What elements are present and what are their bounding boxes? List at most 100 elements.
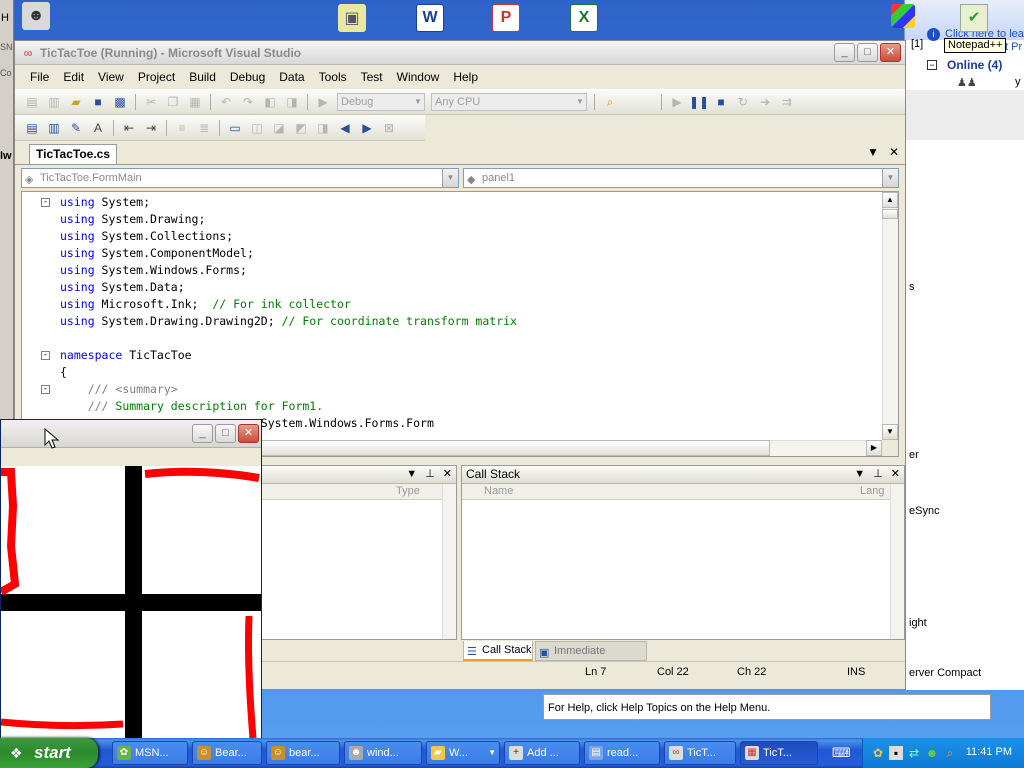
uncomment-lines-icon[interactable]: ≣ [195,119,213,137]
taskbar-item-group-word[interactable]: ▰ W... ▼ [426,741,500,765]
display-word-completion-icon[interactable]: A [89,119,107,137]
scroll-up-icon[interactable]: ▲ [882,192,898,208]
search-tray-icon[interactable]: ⌕ [943,746,957,760]
minimize-button[interactable]: _ [834,43,855,62]
start-button[interactable]: ❖ start [0,738,98,768]
new-project-icon[interactable]: ▤ [23,93,41,111]
close-document-icon[interactable]: ✕ [889,145,899,159]
taskbar-item-read[interactable]: ▤ read... [584,741,660,765]
minimize-button[interactable]: _ [192,424,213,443]
menu-window[interactable]: Window [390,66,447,88]
keyboard-icon[interactable]: ⌨ [832,745,851,761]
menu-debug[interactable]: Debug [223,66,272,88]
scroll-thumb[interactable] [882,209,898,219]
call-stack-vscroll[interactable] [890,484,904,639]
locals-vscroll[interactable] [442,484,456,639]
stop-debugging-icon[interactable]: ■ [712,93,730,111]
taskbar-item-add[interactable]: + Add ... [504,741,580,765]
fold-toggle-icon[interactable]: - [41,198,50,207]
navigate-forward-icon[interactable]: ◨ [283,93,301,111]
column-name[interactable]: Name [484,484,513,499]
display-quick-info-icon[interactable]: ✎ [67,119,85,137]
cut-icon[interactable]: ✂ [142,93,160,111]
types-dropdown[interactable]: ◈ TicTacToe.FormMain ▼ [21,168,459,188]
undo-icon[interactable]: ↶ [217,93,235,111]
column-type[interactable]: Type [396,484,420,499]
menu-data[interactable]: Data [272,66,311,88]
menu-help[interactable]: Help [446,66,485,88]
tab-dropdown-icon[interactable]: ▼ [867,145,879,159]
next-bookmark-icon[interactable]: ◪ [270,119,288,137]
start-debug-icon[interactable]: ▶ [314,93,332,111]
previous-bookmark-document-icon[interactable]: ◀ [336,119,354,137]
tictactoe-title-bar[interactable]: _ □ ✕ [1,420,261,448]
taskbar-item-bear-2[interactable]: ☺ bear... [266,741,340,765]
taskbar-item-tictactoe-vs[interactable]: ∞ TicT... [664,741,736,765]
increase-indent-icon[interactable]: ⇥ [142,119,160,137]
raccoon-icon[interactable]: ☻ [22,2,50,30]
messenger-tray-icon[interactable]: ✿ [871,746,885,760]
navigate-back-icon[interactable]: ◧ [261,93,279,111]
vertical-scrollbar[interactable]: ▲ ▼ [882,192,898,440]
display-parameter-info-icon[interactable]: ▥ [45,119,63,137]
maximize-button[interactable]: □ [215,424,236,443]
menu-tools[interactable]: Tools [312,66,354,88]
close-button[interactable]: ✕ [880,43,901,62]
certificate-icon[interactable]: ▣ [338,4,366,32]
taskbar-item-msn[interactable]: ✿ MSN... [112,741,188,765]
step-over-icon[interactable]: ⇉ [778,93,796,111]
save-all-icon[interactable]: ▩ [111,93,129,111]
save-icon[interactable]: ■ [89,93,107,111]
previous-bookmark-icon[interactable]: ◫ [248,119,266,137]
word-icon[interactable]: W [416,4,444,32]
maximize-button[interactable]: □ [857,43,878,62]
close-panel-icon[interactable]: ✕ [891,466,900,483]
next-bookmark-document-icon[interactable]: ▶ [358,119,376,137]
tip-text-2[interactable]: t Pr [1005,41,1022,53]
find-in-files-icon[interactable]: ⌕ [601,93,619,111]
column-language[interactable]: Lang [860,484,884,499]
redo-icon[interactable]: ↷ [239,93,257,111]
open-file-icon[interactable]: ▰ [67,93,85,111]
paste-icon[interactable]: ▦ [186,93,204,111]
taskbar-item-bear-1[interactable]: ☺ Bear... [192,741,262,765]
scroll-down-icon[interactable]: ▼ [882,424,898,440]
fold-toggle-icon[interactable]: - [41,385,50,394]
online-group-label[interactable]: Online (4) [947,58,1002,72]
excel-icon[interactable]: X [570,4,598,32]
network-tray-icon[interactable]: ⇄ [907,746,921,760]
decrease-indent-icon[interactable]: ⇤ [120,119,138,137]
fold-toggle-icon[interactable]: - [41,351,50,360]
continue-icon[interactable]: ▶ [668,93,686,111]
menu-edit[interactable]: Edit [56,66,91,88]
members-dropdown[interactable]: ◆ panel1 ▼ [463,168,899,188]
collapse-icon[interactable]: − [927,60,937,70]
drive-tray-icon[interactable]: ▪ [889,746,903,760]
solution-config-select[interactable]: Debug ▼ [337,93,425,111]
menu-project[interactable]: Project [131,66,182,88]
code-editor[interactable]: - using System; using System.Drawing; using… [21,191,899,457]
menu-test[interactable]: Test [354,66,390,88]
tab-tictactoe-cs[interactable]: TicTacToe.cs [29,144,118,164]
menu-build[interactable]: Build [182,66,223,88]
display-object-member-list-icon[interactable]: ▤ [23,119,41,137]
window-position-icon[interactable]: ▼ [854,466,865,483]
tab-call-stack[interactable]: ☰ Call Stack [463,641,533,661]
taskbar-item-tictactoe-app[interactable]: ▦ TicT... [740,741,818,765]
notepad-plus-plus-icon[interactable]: ✔ [960,4,988,32]
close-panel-icon[interactable]: ✕ [443,466,452,483]
menu-file[interactable]: File [23,66,56,88]
clear-bookmarks-icon[interactable]: ⊠ [380,119,398,137]
break-all-icon[interactable]: ❚❚ [689,93,709,111]
vs-title-bar[interactable]: ∞ TicTacToe (Running) - Microsoft Visual… [15,41,905,65]
toggle-bookmark-icon[interactable]: ▭ [226,119,244,137]
comment-lines-icon[interactable]: ≡ [173,119,191,137]
next-bookmark-folder-icon[interactable]: ◨ [314,119,332,137]
menu-view[interactable]: View [91,66,131,88]
copy-icon[interactable]: ❐ [164,93,182,111]
powerpoint-icon[interactable]: P [492,4,520,32]
tab-immediate-window[interactable]: ▣ Immediate Window [535,641,647,675]
ink-game-board[interactable] [1,466,261,738]
msn-tray-icon[interactable]: ☻ [925,746,939,760]
scroll-right-icon[interactable]: ▶ [866,440,882,456]
